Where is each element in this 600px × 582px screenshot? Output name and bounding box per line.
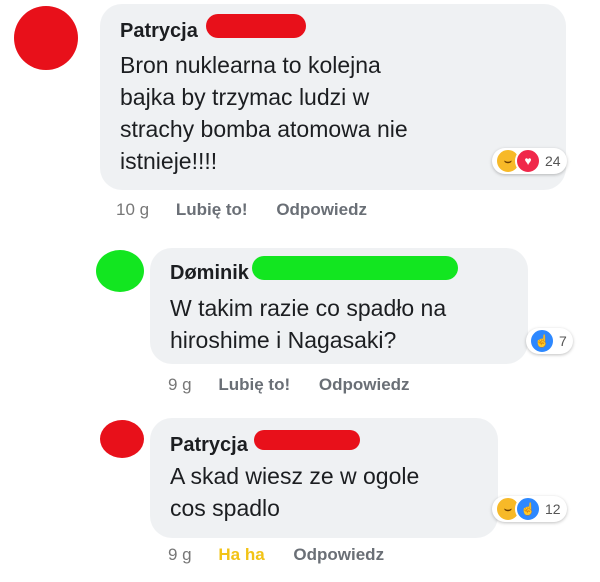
name-redaction [252,256,458,280]
comment-time[interactable]: 10 g [116,200,149,219]
avatar[interactable] [100,420,144,458]
comment-text: A skad wiesz ze w ogole cos spadlo [170,463,420,521]
haha-reaction-link[interactable]: Ha ha [218,545,264,564]
like-link[interactable]: Lubię to! [176,200,248,219]
comment-author[interactable]: Patrycja [120,20,198,43]
like-icon: ☝ [515,496,541,522]
comment-author[interactable]: Patrycja [170,434,248,457]
reaction-count: 7 [559,333,567,349]
comment-time[interactable]: 9 g [168,545,192,564]
comment-text: Bron nuklearna to kolejna bajka by trzym… [120,52,408,174]
reply-link[interactable]: Odpowiedz [319,375,410,394]
reaction-count: 12 [545,501,561,517]
comment-actions: 9 g Lubię to! Odpowiedz [168,375,410,395]
avatar[interactable] [96,250,144,292]
avatar[interactable] [14,6,78,70]
reactions-summary[interactable]: ⌣ ♥ 24 [492,148,567,174]
comment-author[interactable]: Døminik [170,262,249,285]
comment-actions: 9 g Ha ha Odpowiedz [168,545,384,565]
reactions-summary[interactable]: ☝ 7 [526,328,573,354]
name-redaction [254,430,360,450]
like-icon: ☝ [529,328,555,354]
like-link[interactable]: Lubię to! [218,375,290,394]
reply-link[interactable]: Odpowiedz [293,545,384,564]
comment-time[interactable]: 9 g [168,375,192,394]
comment-actions: 10 g Lubię to! Odpowiedz [116,200,367,220]
name-redaction [206,14,306,38]
reactions-summary[interactable]: ⌣ ☝ 12 [492,496,567,522]
reaction-count: 24 [545,153,561,169]
comment-text: W takim razie co spadło na hiroshime i N… [170,295,447,353]
love-icon: ♥ [515,148,541,174]
reply-link[interactable]: Odpowiedz [276,200,367,219]
